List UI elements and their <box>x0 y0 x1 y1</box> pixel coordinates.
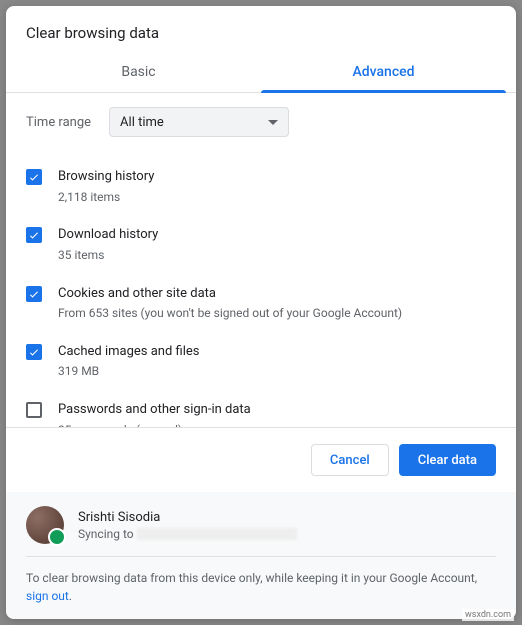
check-icon <box>28 171 40 183</box>
time-range-select[interactable]: All time <box>109 107 289 137</box>
option-title: Download history <box>58 225 496 245</box>
time-range-row: Time range All time <box>26 107 496 137</box>
check-icon <box>28 346 40 358</box>
tab-basic[interactable]: Basic <box>16 54 261 92</box>
time-range-label: Time range <box>26 115 91 130</box>
checkbox[interactable] <box>26 402 42 418</box>
dialog-title: Clear browsing data <box>6 6 516 54</box>
account-info: Srishti Sisodia Syncing to <box>78 510 297 541</box>
option-text: Passwords and other sign-in data 25 passw… <box>58 400 496 427</box>
tab-advanced[interactable]: Advanced <box>261 54 506 92</box>
option-title: Browsing history <box>58 167 496 187</box>
clear-browsing-data-dialog: Clear browsing data Basic Advanced Time … <box>6 6 516 619</box>
note-text-before: To clear browsing data from this device … <box>26 571 477 585</box>
avatar <box>26 506 64 544</box>
option-text: Cached images and files319 MB <box>58 342 496 380</box>
account-row: Srishti Sisodia Syncing to <box>26 506 496 557</box>
option-title: Cached images and files <box>58 342 496 362</box>
note-text-after: . <box>69 589 72 603</box>
time-range-value: All time <box>120 115 164 130</box>
checkbox[interactable] <box>26 344 42 360</box>
tab-bar: Basic Advanced <box>6 54 516 93</box>
option-text: Download history 35 items <box>58 225 496 263</box>
check-icon <box>28 229 40 241</box>
footer-note: To clear browsing data from this device … <box>26 569 496 605</box>
checkbox[interactable] <box>26 286 42 302</box>
option-subtitle: 319 MB <box>58 363 496 380</box>
option-title: Passwords and other sign-in data <box>58 400 496 420</box>
option-title: Cookies and other site data <box>58 284 496 304</box>
option-row: Cached images and files319 MB <box>26 332 496 390</box>
sign-out-link[interactable]: sign out <box>26 589 69 603</box>
redacted-email <box>137 528 297 540</box>
option-row: Browsing history 2,118 items <box>26 157 496 215</box>
checkbox[interactable] <box>26 169 42 185</box>
option-subtitle: 25 passwords (synced) <box>58 422 496 427</box>
checkbox[interactable] <box>26 227 42 243</box>
option-text: Cookies and other site dataFrom 653 site… <box>58 284 496 322</box>
watermark: wsxdn.com <box>462 609 514 621</box>
options-scroll-area[interactable]: Time range All time Browsing history 2,11… <box>6 93 516 427</box>
option-row: Cookies and other site dataFrom 653 site… <box>26 274 496 332</box>
check-icon <box>28 288 40 300</box>
account-footer: Srishti Sisodia Syncing to To clear brow… <box>6 492 516 619</box>
account-name: Srishti Sisodia <box>78 510 297 525</box>
account-sync-status: Syncing to <box>78 527 297 541</box>
option-subtitle: From 653 sites (you won't be signed out … <box>58 305 496 322</box>
sync-prefix: Syncing to <box>78 527 137 541</box>
clear-data-button[interactable]: Clear data <box>399 444 496 476</box>
option-row: Download history 35 items <box>26 215 496 273</box>
option-row: Passwords and other sign-in data 25 passw… <box>26 390 496 427</box>
option-subtitle: 35 items <box>58 247 496 264</box>
option-text: Browsing history 2,118 items <box>58 167 496 205</box>
dialog-actions: Cancel Clear data <box>6 427 516 492</box>
cancel-button[interactable]: Cancel <box>311 444 389 476</box>
option-subtitle: 2,118 items <box>58 189 496 206</box>
chevron-down-icon <box>268 120 278 125</box>
